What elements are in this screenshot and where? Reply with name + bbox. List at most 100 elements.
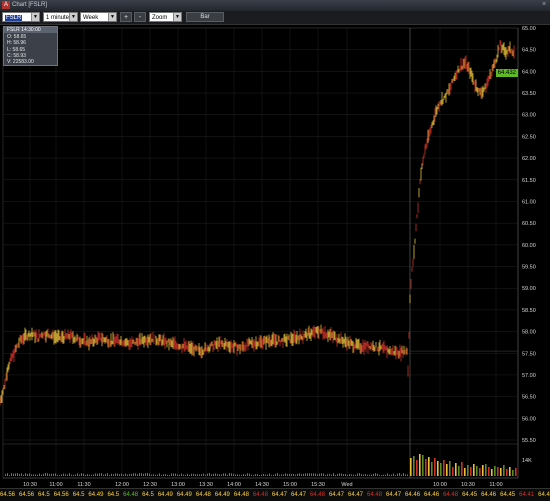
volume-bar [395, 474, 396, 476]
volume-bar [179, 474, 180, 476]
volume-bar [283, 474, 284, 476]
y-tick-label: 55.50 [522, 438, 536, 444]
volume-bar [245, 474, 246, 476]
symbol-input[interactable]: FSLR ▼ [2, 12, 40, 22]
volume-bar [361, 474, 362, 476]
volume-bar [43, 473, 44, 476]
volume-bar [275, 473, 276, 476]
y-tick-label: 60.50 [522, 221, 536, 227]
volume-bar [157, 474, 158, 476]
volume-bar [139, 473, 140, 476]
chevron-down-icon[interactable]: ▼ [69, 13, 77, 21]
volume-bar [143, 473, 144, 476]
y-tick-label: 63.50 [522, 91, 536, 97]
volume-bar [23, 474, 24, 476]
volume-bar [479, 468, 481, 476]
volume-bar [85, 474, 86, 476]
y-tick-label: 60.00 [522, 243, 536, 249]
chart-style-button[interactable]: Bar [186, 12, 224, 22]
volume-bar [461, 462, 463, 476]
y-tick-label: 58.00 [522, 330, 536, 336]
volume-bar [239, 474, 240, 476]
volume-bar [500, 468, 502, 476]
y-tick-label: 59.00 [522, 286, 536, 292]
zoom-in-button[interactable]: + [120, 12, 132, 22]
volume-bar [509, 467, 511, 476]
ticker-value: 64.47 [386, 492, 402, 498]
ticker-value: 64.5 [38, 492, 50, 498]
volume-bar [331, 474, 332, 476]
volume-bar [291, 474, 292, 476]
volume-bar [235, 474, 236, 476]
volume-bar [437, 461, 439, 476]
volume-bar [119, 474, 120, 476]
volume-bar [75, 474, 76, 476]
volume-bar [25, 473, 26, 476]
volume-bar [49, 474, 50, 476]
volume-bar [79, 474, 80, 476]
interval-select[interactable]: 1 minute ▼ [43, 12, 78, 22]
volume-bar [389, 474, 390, 476]
ticker-value: 64.48 [123, 492, 139, 498]
volume-bar [339, 473, 340, 476]
volume-bar [5, 473, 6, 476]
volume-bar [127, 474, 128, 476]
volume-bar [145, 473, 146, 476]
volume-bar [337, 474, 338, 476]
volume-bar [141, 473, 142, 476]
y-tick-label: 57.50 [522, 351, 536, 357]
volume-bar [165, 474, 166, 476]
volume-bar [147, 473, 148, 476]
volume-bar [67, 474, 68, 476]
volume-bar [401, 474, 402, 476]
volume-bar [327, 474, 328, 476]
volume-bar [482, 465, 484, 476]
range-select[interactable]: Week ▼ [80, 12, 117, 22]
y-tick-label: 61.50 [522, 178, 536, 184]
chevron-down-icon[interactable]: ▼ [108, 13, 116, 21]
chevron-down-icon[interactable]: ▼ [173, 13, 181, 21]
volume-bar [428, 457, 430, 476]
volume-bar [379, 474, 380, 476]
volume-bar [355, 474, 356, 476]
volume-bar [135, 473, 136, 476]
volume-bar [249, 473, 250, 476]
volume-bar [345, 474, 346, 476]
zoom-select[interactable]: Zoom ▼ [149, 12, 182, 22]
close-icon[interactable]: × [540, 1, 548, 9]
volume-bar [323, 473, 324, 476]
price-chart[interactable]: 65.00 64.50 64.00 63.50 63.00 62.50 62.00 61.50… [0, 25, 550, 500]
volume-bar [201, 474, 202, 476]
volume-bar [333, 473, 334, 476]
volume-bar [125, 473, 126, 476]
volume-bar [253, 474, 254, 476]
volume-bar [335, 474, 336, 476]
chevron-down-icon[interactable]: ▼ [31, 13, 39, 21]
volume-bar [485, 464, 487, 476]
zoom-out-button[interactable]: - [134, 12, 146, 22]
y-tick-label: 56.50 [522, 395, 536, 401]
ticker-value: 64.46 [424, 492, 440, 498]
toolbar: FSLR ▼ 1 minute ▼ Week ▼ + - Zoom ▼ Bar [0, 11, 550, 25]
volume-bar [237, 474, 238, 476]
ticker-value: 64.43 [538, 492, 550, 498]
zoom-value: Zoom [152, 15, 168, 21]
ticker-value: 64.48 [443, 492, 459, 498]
volume-bar [115, 473, 116, 476]
volume-bar [446, 464, 448, 476]
volume-bar [387, 473, 388, 476]
volume-bar [467, 465, 469, 476]
volume-bar [35, 474, 36, 476]
volume-bar [405, 474, 406, 476]
ohlc-tooltip: FSLR 14:30:00 O: 58.65 H: 58.96 L: 58.65… [3, 26, 58, 66]
volume-bar [297, 473, 298, 476]
volume-bar [103, 474, 104, 476]
volume-bar [257, 474, 258, 476]
volume-bar [113, 474, 114, 476]
volume-bar [31, 474, 32, 476]
volume-bar [73, 474, 74, 476]
volume-bar [413, 456, 415, 476]
volume-bar [383, 474, 384, 476]
volume-bar [403, 473, 404, 476]
volume-bar [255, 474, 256, 476]
